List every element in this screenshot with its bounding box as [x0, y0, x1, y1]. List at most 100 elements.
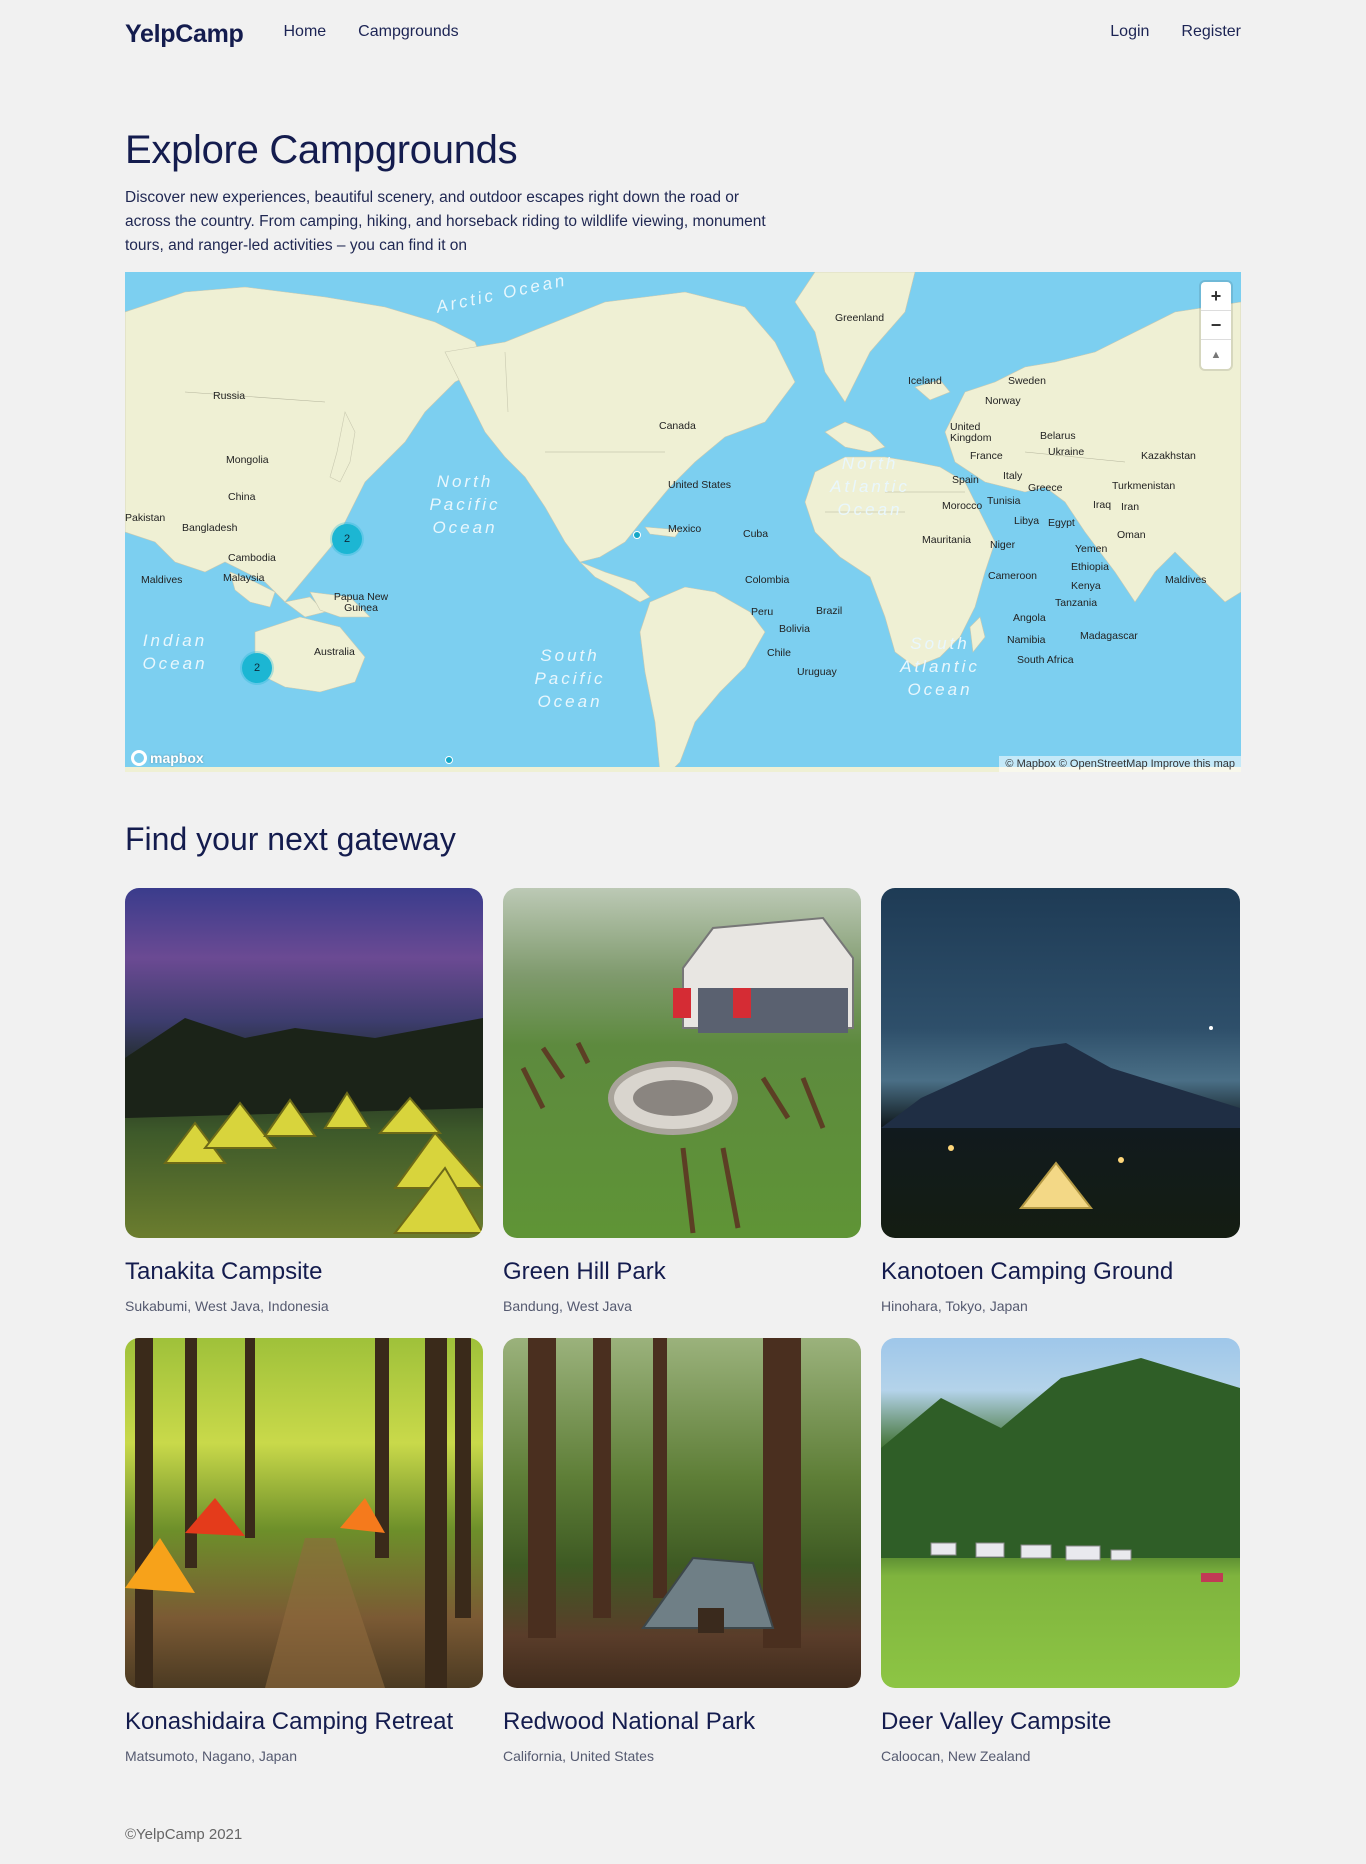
map-label: Ethiopia: [1071, 561, 1109, 573]
map-label: Tunisia: [987, 495, 1021, 507]
cluster-map[interactable]: Arctic Ocean North Pacific Ocean North A…: [125, 272, 1241, 772]
map-label: Libya: [1014, 515, 1040, 527]
campground-name[interactable]: Konashidaira Camping Retreat: [125, 1708, 483, 1736]
map-label: Cuba: [743, 528, 769, 540]
map-label: Turkmenistan: [1112, 480, 1176, 492]
map-label: France: [970, 450, 1003, 462]
map-label: China: [228, 491, 256, 503]
map-label: Greenland: [835, 312, 885, 324]
campground-image[interactable]: [881, 888, 1240, 1238]
navbar: YelpCamp Home Campgrounds Login Register: [125, 0, 1241, 64]
map-label: Mexico: [668, 523, 702, 535]
section-title: Find your next gateway: [125, 821, 456, 857]
mapbox-logo-text: mapbox: [150, 750, 204, 766]
map-label: Morocco: [942, 500, 983, 512]
campground-name[interactable]: Kanotoen Camping Ground: [881, 1258, 1240, 1286]
redwood-tent-illustration: [528, 1338, 801, 1648]
nav-auth-links: Login Register: [1078, 23, 1241, 41]
map-label: Niger: [990, 539, 1016, 551]
compass-icon[interactable]: ▲: [1201, 340, 1231, 369]
campground-image[interactable]: [125, 1338, 483, 1688]
footer-copyright: ©YelpCamp 2021: [125, 1826, 243, 1843]
map-label: Chile: [767, 647, 791, 659]
valley-campsite-illustration: [881, 1358, 1240, 1582]
campground-grid: Tanakita Campsite Sukabumi, West Java, I…: [125, 888, 1241, 1788]
map-label: Peru: [751, 606, 774, 618]
map-label: Sweden: [1008, 375, 1046, 387]
map-label: Italy: [1003, 470, 1023, 482]
map-label: Iran: [1121, 501, 1140, 513]
campground-card[interactable]: Green Hill Park Bandung, West Java: [503, 888, 861, 1338]
map-label: Malaysia: [223, 572, 265, 584]
map-label: Cameroon: [988, 570, 1038, 582]
map-label: Cambodia: [228, 552, 276, 564]
map-label: Ukraine: [1048, 446, 1085, 458]
map-label: Mongolia: [226, 454, 269, 466]
campground-name[interactable]: Tanakita Campsite: [125, 1258, 483, 1286]
map-label: Brazil: [816, 605, 843, 617]
map-point-marker[interactable]: [633, 531, 641, 539]
register-link[interactable]: Register: [1181, 23, 1241, 41]
map-label: Pakistan: [125, 512, 166, 524]
map-label: Maldives: [1165, 574, 1207, 586]
campground-image[interactable]: [125, 888, 483, 1238]
campground-name[interactable]: Redwood National Park: [503, 1708, 861, 1736]
campground-image[interactable]: [881, 1338, 1240, 1688]
campground-image[interactable]: [503, 888, 861, 1238]
mapbox-logo[interactable]: mapbox: [131, 750, 204, 766]
campground-image[interactable]: [503, 1338, 861, 1688]
map-label: Angola: [1013, 612, 1046, 624]
campground-card[interactable]: Tanakita Campsite Sukabumi, West Java, I…: [125, 888, 483, 1338]
map-label: Kenya: [1071, 580, 1101, 592]
map-label: Uruguay: [797, 666, 837, 678]
page-description: Discover new experiences, beautiful scen…: [125, 189, 766, 254]
campground-location: Bandung, West Java: [503, 1298, 632, 1314]
login-link[interactable]: Login: [1110, 23, 1149, 41]
ocean-label-south-pacific: South Pacific Ocean: [534, 646, 606, 711]
map-label: Bangladesh: [182, 522, 238, 534]
campground-card[interactable]: Konashidaira Camping Retreat Matsumoto, …: [125, 1338, 483, 1788]
map-label: Oman: [1117, 529, 1146, 541]
map-label: Belarus: [1040, 430, 1076, 442]
nav-home-link[interactable]: Home: [283, 23, 326, 41]
campground-location: Matsumoto, Nagano, Japan: [125, 1748, 297, 1764]
ocean-label-north-pacific: North Pacific Ocean: [429, 472, 501, 537]
zoom-in-button[interactable]: +: [1201, 282, 1231, 311]
map-label: Canada: [659, 420, 696, 432]
zoom-out-button[interactable]: −: [1201, 311, 1231, 340]
map-attribution[interactable]: © Mapbox © OpenStreetMap Improve this ma…: [999, 756, 1241, 772]
map-zoom-controls: + − ▲: [1201, 282, 1231, 369]
nav-campgrounds-link[interactable]: Campgrounds: [358, 23, 459, 41]
map-point-marker[interactable]: [445, 756, 453, 764]
map-label: Iraq: [1093, 499, 1112, 511]
map-label: Namibia: [1007, 634, 1046, 646]
campground-location: Caloocan, New Zealand: [881, 1748, 1031, 1764]
map-label: Yemen: [1075, 543, 1108, 555]
tents-illustration: [125, 1018, 483, 1234]
campground-card[interactable]: Deer Valley Campsite Caloocan, New Zeala…: [881, 1338, 1240, 1788]
map-cluster-marker[interactable]: 2: [332, 524, 362, 554]
campground-card[interactable]: Kanotoen Camping Ground Hinohara, Tokyo,…: [881, 888, 1240, 1338]
map-label: Papua New Guinea: [333, 591, 389, 614]
page-title: Explore Campgrounds: [125, 128, 518, 172]
campground-card[interactable]: Redwood National Park California, United…: [503, 1338, 861, 1788]
mountain-tent-illustration: [881, 1026, 1240, 1209]
ocean-label-north-atlantic: North Atlantic Ocean: [830, 454, 910, 519]
map-label: United States: [668, 479, 732, 491]
campground-name[interactable]: Green Hill Park: [503, 1258, 861, 1286]
map-label: Egypt: [1048, 517, 1075, 529]
campground-location: Hinohara, Tokyo, Japan: [881, 1298, 1028, 1314]
map-label: South Africa: [1017, 654, 1074, 666]
map-label: Australia: [314, 646, 355, 658]
campground-name[interactable]: Deer Valley Campsite: [881, 1708, 1240, 1736]
tent-firepit-illustration: [520, 916, 854, 1234]
brand-logo[interactable]: YelpCamp: [125, 16, 244, 49]
campground-location: California, United States: [503, 1748, 654, 1764]
map-label: Tanzania: [1055, 597, 1098, 609]
map-cluster-marker[interactable]: 2: [242, 653, 272, 683]
map-label: Iceland: [908, 375, 942, 387]
map-label: Maldives: [141, 574, 183, 586]
map-label: Greece: [1028, 482, 1063, 494]
map-label: Spain: [952, 474, 979, 486]
map-label: Russia: [213, 390, 246, 402]
